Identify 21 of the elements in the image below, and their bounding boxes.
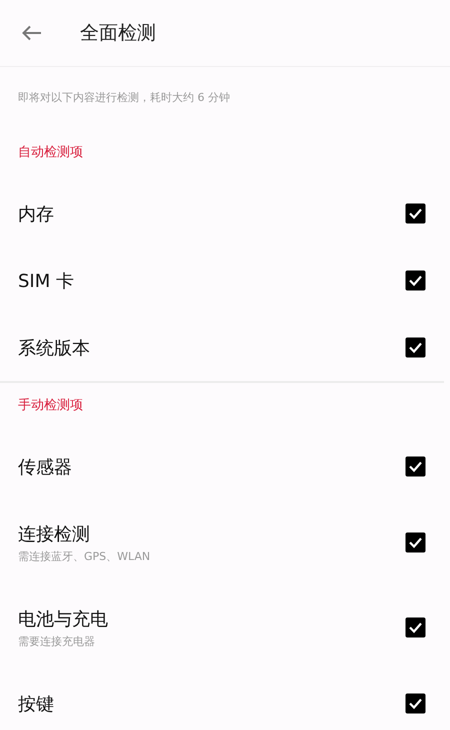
item-label: 系统版本 — [18, 336, 90, 360]
section-title: 手动检测项 — [17, 397, 84, 415]
item-label: 连接检测 — [18, 522, 91, 546]
item-label: 内存 — [18, 202, 54, 226]
checkbox[interactable] — [405, 203, 426, 224]
checkbox[interactable] — [405, 617, 426, 638]
checkbox[interactable] — [405, 456, 426, 477]
checkbox[interactable] — [405, 270, 426, 291]
item-hint: 需连接蓝牙、GPS、WLAN — [18, 548, 150, 564]
section-title: 自动检测项 — [17, 144, 84, 162]
checkbox[interactable] — [405, 337, 426, 358]
checkbox[interactable] — [405, 532, 426, 553]
checkbox[interactable] — [405, 693, 426, 714]
item-label: 电池与充电 — [18, 608, 108, 630]
back-icon[interactable] — [22, 25, 42, 41]
intro-text: 即将对以下内容进行检测，耗时大约 6 分钟 — [17, 90, 231, 106]
page-title: 全面检测 — [80, 21, 156, 46]
item-hint: 需要连接充电器 — [18, 634, 96, 648]
item-label: SIM 卡 — [18, 270, 74, 292]
item-label: 传感器 — [18, 456, 72, 478]
item-label: 按键 — [18, 692, 54, 716]
